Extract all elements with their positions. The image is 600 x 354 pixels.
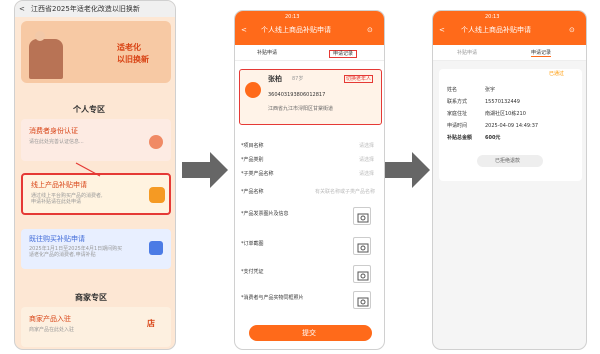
field-category-label: *产品类别 <box>241 157 264 163</box>
value-address: 南湖社区10栋210 <box>485 111 526 117</box>
camera-icon[interactable] <box>353 237 371 255</box>
field-product-label: *产品名称 <box>241 189 264 195</box>
label-time: 申请时间 <box>447 123 468 129</box>
header-bar: 20:13 < 个人线上商品补贴申请 ⊙ <box>433 11 586 45</box>
label-name: 姓名 <box>447 87 458 93</box>
avatar <box>245 82 261 98</box>
user-card: 张柏 87岁 切换老年人 360403193806012817 江西省九江市浔阳… <box>239 69 382 125</box>
user-id: 360403193806012817 <box>268 92 326 98</box>
switch-elder-button[interactable]: 切换老年人 <box>344 75 374 83</box>
camera-icon[interactable] <box>353 291 371 309</box>
field-payment-label: *支付凭证 <box>241 269 264 275</box>
tab-records[interactable]: 申请记录 <box>531 50 552 57</box>
value-amount: 600元 <box>485 135 501 141</box>
user-name: 张柏 <box>268 75 282 83</box>
status-time: 20:13 <box>285 14 300 20</box>
tab-bar: 补贴申请 申请记录 <box>433 45 586 61</box>
back-icon[interactable]: < <box>439 26 445 34</box>
field-photo-label: *消费者与产品实物同框照片 <box>241 295 304 301</box>
submit-button[interactable]: 提交 <box>249 325 372 341</box>
label-phone: 联系方式 <box>447 99 468 105</box>
page-title: 个人线上商品补贴申请 <box>461 26 531 34</box>
submit-label: 提交 <box>302 329 316 337</box>
label-address: 家庭住址 <box>447 111 468 117</box>
field-project-label: *项目名称 <box>241 143 264 149</box>
status-badge: 已通过 <box>549 71 565 77</box>
record-card[interactable]: 已通过 姓名 张宇 联系方式 15570132449 家庭住址 南湖社区10栋2… <box>439 69 582 181</box>
refund-button[interactable]: 已拒绝退款 <box>477 155 543 167</box>
field-subcategory-select[interactable]: 请选择 <box>359 171 374 177</box>
user-age: 87岁 <box>292 76 304 82</box>
more-icon[interactable]: ⊙ <box>367 26 373 34</box>
value-name: 张宇 <box>485 87 496 93</box>
phone-records: 20:13 < 个人线上商品补贴申请 ⊙ 补贴申请 申请记录 已通过 姓名 张宇… <box>432 10 587 350</box>
tab-records[interactable]: 申请记录 <box>329 50 358 58</box>
status-time: 20:13 <box>485 14 500 20</box>
field-product-input[interactable]: 有关联名称或子类产品名称 <box>315 189 375 195</box>
label-amount: 补贴总金额 <box>447 135 473 141</box>
header-bar: 20:13 < 个人线上商品补贴申请 ⊙ <box>235 11 384 45</box>
tab-apply[interactable]: 补贴申请 <box>457 50 477 56</box>
flow-arrow-1 <box>182 152 228 188</box>
camera-icon[interactable] <box>353 207 371 225</box>
page-title: 个人线上商品补贴申请 <box>261 26 331 34</box>
refund-label: 已拒绝退款 <box>495 158 521 164</box>
field-category-select[interactable]: 请选择 <box>359 157 374 163</box>
tab-bar: 补贴申请 申请记录 <box>235 45 384 61</box>
user-address: 江西省九江市浔阳区甘棠街道 <box>268 106 334 112</box>
field-order-label: *订单截图 <box>241 241 264 247</box>
flow-arrow-2 <box>384 152 430 188</box>
phone-apply: 20:13 < 个人线上商品补贴申请 ⊙ 补贴申请 申请记录 张柏 87岁 切换… <box>234 10 385 350</box>
back-icon[interactable]: < <box>241 26 247 34</box>
tab-apply[interactable]: 补贴申请 <box>257 50 277 56</box>
value-phone: 15570132449 <box>485 99 520 105</box>
red-arrow-line <box>75 162 101 177</box>
more-icon[interactable]: ⊙ <box>569 26 575 34</box>
field-subcategory-label: *子类产品名称 <box>241 171 274 177</box>
field-invoice-label: *产品发票图片及信息 <box>241 211 289 217</box>
field-project-select[interactable]: 请选择 <box>359 143 374 149</box>
camera-icon[interactable] <box>353 265 371 283</box>
value-time: 2025-04-09 14:49:37 <box>485 123 539 129</box>
